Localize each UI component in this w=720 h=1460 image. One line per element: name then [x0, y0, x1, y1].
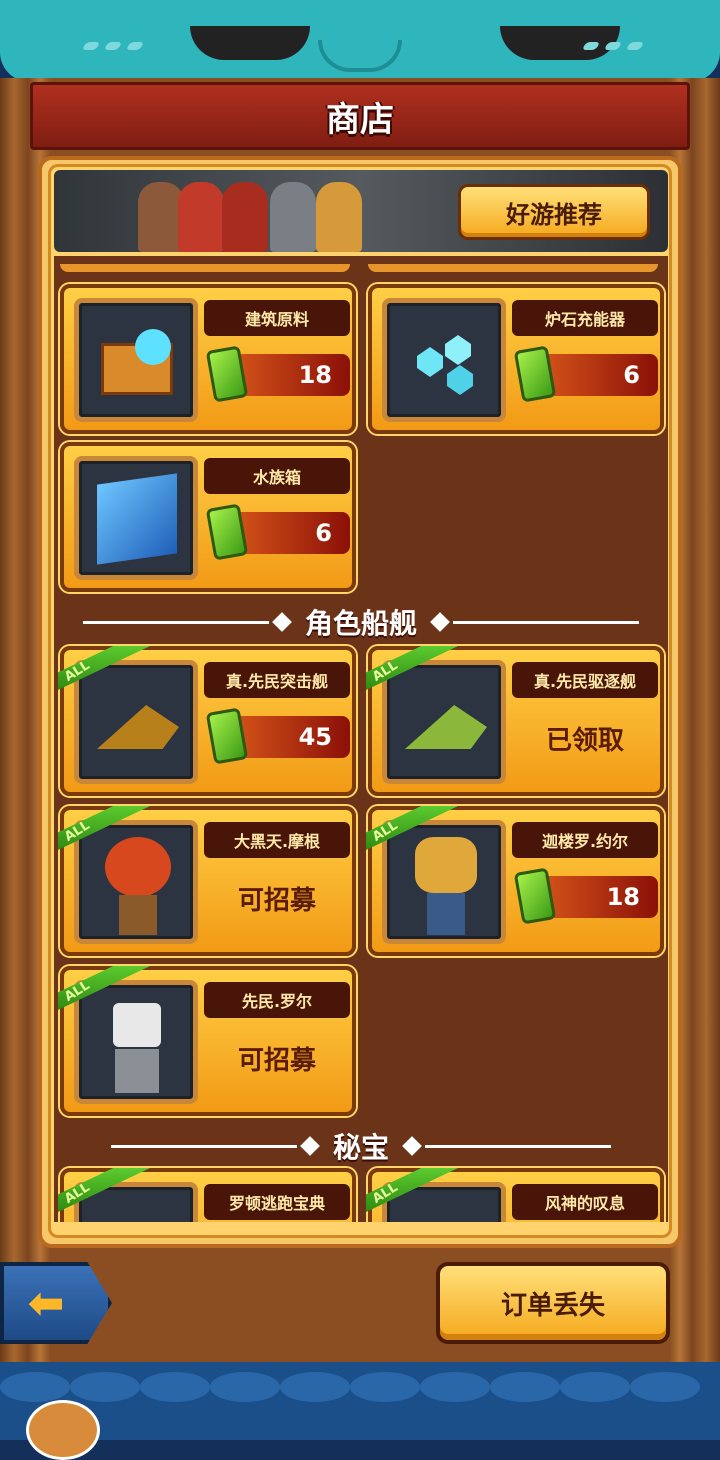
hero-portrait	[316, 182, 362, 252]
hero-portrait	[222, 182, 268, 252]
tank	[97, 473, 177, 565]
crystal	[447, 365, 473, 395]
wave	[560, 1372, 630, 1402]
item-name: 风神的叹息	[512, 1184, 658, 1220]
item-name: 水族箱	[204, 458, 350, 494]
crystal-icon	[382, 298, 506, 422]
wave	[0, 1372, 70, 1402]
line	[110, 1144, 297, 1148]
mouth	[318, 40, 402, 72]
treasure-card[interactable]: ALL 风神的叹息	[366, 1168, 664, 1222]
item-name: 大黑天.摩根	[204, 822, 350, 858]
hero-portrait	[178, 182, 224, 252]
item-name: 炉石充能器	[512, 300, 658, 336]
line	[425, 1144, 611, 1148]
wave	[420, 1372, 490, 1402]
ship-icon	[74, 660, 198, 784]
hero-card[interactable]: ALL 先民.罗尔 可招募	[58, 966, 356, 1116]
ship-card[interactable]: ALL 真.先民突击舰 45	[58, 646, 356, 796]
head	[105, 837, 171, 897]
diamond	[300, 1136, 320, 1156]
wave	[140, 1372, 210, 1402]
body	[427, 893, 465, 935]
ship-icon	[382, 660, 506, 784]
crystal	[417, 347, 443, 377]
hero-card[interactable]: ALL 大黑天.摩根 可招募	[58, 806, 356, 956]
recruit-status: 可招募	[237, 885, 316, 916]
character-icon	[382, 820, 506, 944]
blush-mark	[103, 42, 123, 50]
wave	[350, 1372, 420, 1402]
item-name: 先民.罗尔	[204, 982, 350, 1018]
hero-portrait	[270, 182, 316, 252]
item-name: 建筑原料	[204, 300, 350, 336]
back-arrow-icon: ⬅	[27, 1277, 65, 1329]
line	[453, 620, 639, 624]
shop-item-card[interactable]: 水族箱 6	[60, 442, 356, 592]
line	[82, 620, 269, 624]
wave	[210, 1372, 280, 1402]
head	[113, 1003, 161, 1047]
section-title: 角色船舰	[304, 607, 417, 640]
claimed-status: 已领取	[545, 725, 624, 756]
eye-left	[190, 26, 310, 60]
item-name: 真.先民突击舰	[204, 662, 350, 698]
shop-list[interactable]: 建筑原料 18 炉石充能器 6 水族箱 6 角色船舰 ALL 真.先民突击舰 4…	[54, 256, 668, 1222]
divider	[368, 264, 658, 272]
treasure-card[interactable]: ALL 罗顿逃跑宝典	[58, 1168, 356, 1222]
eye-right	[500, 26, 620, 60]
body	[119, 895, 157, 935]
wave	[630, 1372, 700, 1402]
top-character-face	[0, 0, 720, 82]
blush-mark	[81, 42, 101, 50]
section-title: 秘宝	[332, 1131, 389, 1164]
diamond	[430, 612, 450, 632]
hero-card[interactable]: ALL 迦楼罗.约尔 18	[366, 806, 664, 956]
blush-mark	[125, 42, 145, 50]
section-header: 角色船舰	[54, 602, 668, 642]
item-name: 迦楼罗.约尔	[512, 822, 658, 858]
page-title: 商店	[326, 99, 394, 140]
blush-mark	[603, 42, 623, 50]
title-banner: 商店	[30, 82, 690, 150]
recommend-button[interactable]: 好游推荐	[458, 184, 650, 240]
diamond	[272, 612, 292, 632]
divider	[60, 264, 350, 272]
shop-item-card[interactable]: 炉石充能器 6	[368, 284, 664, 434]
wave	[490, 1372, 560, 1402]
body	[115, 1049, 159, 1093]
head	[415, 837, 477, 893]
shop-item-card[interactable]: 建筑原料 18	[60, 284, 356, 434]
order-lost-button[interactable]: 订单丢失	[436, 1262, 670, 1344]
orb	[135, 329, 171, 365]
sail	[405, 705, 487, 749]
aquarium-icon	[74, 456, 198, 580]
sail	[97, 705, 179, 749]
blush-mark	[625, 42, 645, 50]
item-name: 罗顿逃跑宝典	[204, 1184, 350, 1220]
wave	[280, 1372, 350, 1402]
recruit-status: 可招募	[237, 1045, 316, 1076]
character-icon	[74, 820, 198, 944]
wave	[70, 1372, 140, 1402]
character-icon	[74, 980, 198, 1104]
ship-card[interactable]: ALL 真.先民驱逐舰 已领取	[366, 646, 664, 796]
crate-icon	[74, 298, 198, 422]
player-avatar[interactable]	[26, 1400, 100, 1460]
crystal	[445, 335, 471, 365]
item-name: 真.先民驱逐舰	[512, 662, 658, 698]
section-header: 秘宝	[54, 1126, 668, 1166]
diamond	[402, 1136, 422, 1156]
